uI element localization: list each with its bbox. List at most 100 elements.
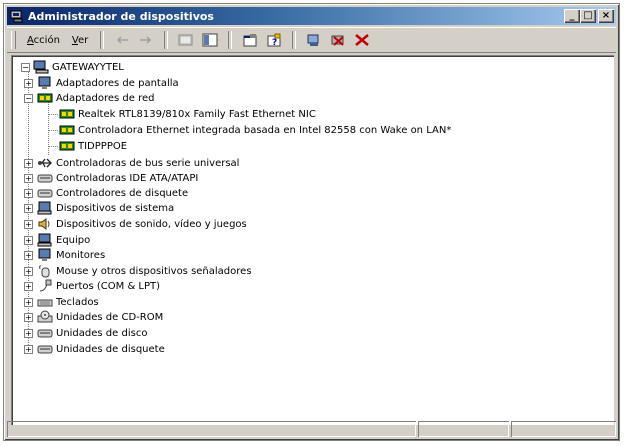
help-button[interactable]: ?	[264, 30, 284, 50]
tree-item-label: Controladoras de bus serie universal	[56, 157, 240, 169]
tree-child-intel[interactable]: Controladora Ethernet integrada basada e…	[59, 122, 451, 138]
expand-toggle[interactable]: +	[24, 329, 33, 338]
expand-toggle[interactable]: +	[24, 345, 33, 354]
tree-child-tidpppoe[interactable]: TIDPPPOE	[59, 138, 127, 154]
expand-toggle[interactable]: +	[24, 282, 33, 291]
network-card-icon	[59, 107, 75, 121]
computer-icon	[37, 233, 53, 247]
menu-accion-label: cción	[33, 34, 60, 46]
title-bar[interactable]: Administrador de dispositivos _ □ ×	[7, 7, 616, 25]
toolbar-separator	[164, 31, 169, 49]
close-button[interactable]: ×	[598, 9, 614, 23]
expand-toggle[interactable]: +	[24, 159, 33, 168]
collapse-toggle[interactable]: −	[21, 63, 30, 72]
expand-toggle[interactable]: +	[24, 79, 33, 88]
maximize-button[interactable]: □	[580, 9, 596, 23]
expand-toggle[interactable]: +	[24, 189, 33, 198]
tree-item-label: Adaptadores de red	[56, 92, 155, 104]
back-button[interactable]	[112, 30, 132, 50]
scan-hardware-button[interactable]	[304, 30, 324, 50]
expand-toggle[interactable]: +	[24, 220, 33, 229]
disable-device-button[interactable]	[328, 30, 348, 50]
tree-item-label: Controladores de disquete	[56, 187, 189, 199]
disk-drive-icon	[37, 326, 53, 340]
tree-child-realtek[interactable]: Realtek RTL8139/810x Family Fast Etherne…	[59, 106, 316, 122]
port-icon	[37, 279, 53, 293]
network-card-icon	[37, 91, 53, 105]
tree-item-label: Adaptadores de pantalla	[56, 77, 179, 89]
tree-item-label: Puertos (COM & LPT)	[56, 280, 161, 292]
tree-root[interactable]: − GATEWAYYTEL	[17, 59, 124, 75]
device-tree-pane[interactable]: − GATEWAYYTEL + Adaptadores de pantalla …	[11, 55, 614, 425]
forward-button[interactable]	[136, 30, 156, 50]
tree-item-label: Monitores	[56, 249, 106, 261]
cdrom-icon	[37, 310, 53, 324]
tree-item-sistema[interactable]: + Dispositivos de sistema	[24, 200, 175, 216]
usb-icon	[37, 156, 53, 170]
tree-item-cdrom[interactable]: + Unidades de CD-ROM	[24, 309, 164, 325]
tree-item-equipo[interactable]: + Equipo	[24, 232, 90, 248]
ide-icon	[37, 171, 53, 185]
monitor-icon	[37, 76, 53, 90]
status-bar	[7, 421, 616, 437]
expand-toggle[interactable]: +	[24, 267, 33, 276]
tree-item-mouse[interactable]: + Mouse y otros dispositivos señaladores	[24, 263, 252, 279]
tree-line	[48, 130, 58, 131]
expand-toggle[interactable]: +	[24, 313, 33, 322]
expand-toggle[interactable]: +	[24, 174, 33, 183]
sound-icon	[37, 217, 53, 231]
forward-arrow-icon	[139, 35, 153, 45]
up-level-button[interactable]	[176, 30, 196, 50]
disable-device-icon	[330, 33, 346, 47]
menu-accion-mnemonic: A	[27, 34, 34, 46]
tree-item-usb[interactable]: + Controladoras de bus serie universal	[24, 155, 240, 171]
tree-item-label: Unidades de CD-ROM	[56, 311, 164, 323]
maximize-icon: □	[583, 10, 593, 21]
tree-item-label: Dispositivos de sonido, vídeo y juegos	[56, 218, 247, 230]
tree-item-adaptadores-red[interactable]: − Adaptadores de red	[24, 90, 155, 106]
uninstall-device-button[interactable]	[352, 30, 372, 50]
show-hide-tree-button[interactable]	[200, 30, 220, 50]
status-panel-3	[511, 421, 616, 437]
tree-item-ide[interactable]: + Controladoras IDE ATA/ATAPI	[24, 170, 199, 186]
tree-item-label: Teclados	[56, 296, 99, 308]
toolbar-grip[interactable]	[11, 31, 16, 49]
toolbar: Acción Ver ?	[7, 27, 616, 53]
menu-accion[interactable]: Acción	[21, 33, 66, 48]
properties-icon	[242, 33, 258, 47]
back-arrow-icon	[115, 35, 129, 45]
tree-pane-icon	[202, 33, 218, 47]
minimize-icon: _	[569, 10, 575, 21]
minimize-button[interactable]: _	[564, 9, 580, 23]
scan-hardware-icon	[306, 33, 322, 47]
tree-item-puertos[interactable]: + Puertos (COM & LPT)	[24, 278, 161, 294]
tree-item-teclados[interactable]: + Teclados	[24, 294, 99, 310]
tree-item-unidades-disco[interactable]: + Unidades de disco	[24, 325, 147, 341]
tree-item-controladores-disquete[interactable]: + Controladores de disquete	[24, 185, 189, 201]
expand-toggle[interactable]: +	[24, 236, 33, 245]
tree-item-monitores[interactable]: + Monitores	[24, 247, 106, 263]
tree-item-label: Dispositivos de sistema	[56, 202, 175, 214]
help-icon: ?	[266, 33, 282, 47]
tree-item-sonido[interactable]: + Dispositivos de sonido, vídeo y juegos	[24, 216, 247, 232]
expand-toggle[interactable]: +	[24, 204, 33, 213]
tree-line	[48, 114, 58, 115]
system-device-icon	[37, 201, 53, 215]
uninstall-icon	[354, 33, 370, 47]
collapse-toggle[interactable]: −	[24, 94, 33, 103]
menu-ver[interactable]: Ver	[66, 33, 94, 48]
status-panel-main	[7, 421, 416, 437]
tree-item-unidades-disquete[interactable]: + Unidades de disquete	[24, 341, 165, 357]
menu-ver-label: er	[77, 34, 89, 46]
tree-item-label: Controladoras IDE ATA/ATAPI	[56, 172, 199, 184]
toolbar-separator	[100, 31, 105, 49]
tree-item-label: Unidades de disquete	[56, 343, 165, 355]
expand-toggle[interactable]: +	[24, 298, 33, 307]
floppy-controller-icon	[37, 186, 53, 200]
up-folder-icon	[178, 33, 194, 47]
expand-toggle[interactable]: +	[24, 251, 33, 260]
tree-root-label: GATEWAYYTEL	[52, 61, 124, 73]
properties-button[interactable]	[240, 30, 260, 50]
tree-item-adaptadores-pantalla[interactable]: + Adaptadores de pantalla	[24, 75, 179, 91]
status-panel-2	[418, 421, 510, 437]
